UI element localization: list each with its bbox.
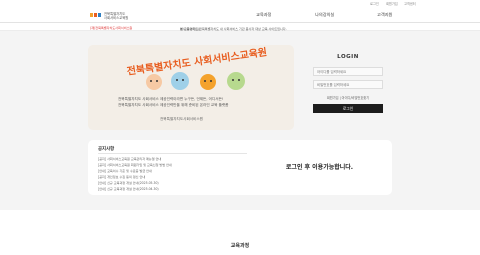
- site-logo[interactable]: 전북특별자치도 사회서비스교육원: [90, 10, 150, 20]
- support-link[interactable]: 고객센터: [404, 1, 416, 6]
- my-study-panel: 로그인 후 이용가능합니다.: [247, 140, 392, 195]
- site-notice-text: 본 교육사이트는 (재)전북특별자치도사회서비스원 에서 운영하는 전북특별자치도…: [90, 25, 287, 32]
- header: 전북특별자치도 사회서비스교육원 교육과정 나의강의실 고객지원: [0, 8, 480, 23]
- login-link[interactable]: 로그인: [370, 1, 379, 6]
- signup-link[interactable]: 회원가입: [386, 1, 398, 6]
- courses-section-title: 교육과정: [230, 243, 250, 249]
- login-required-message: 로그인 후 이용가능합니다.: [285, 164, 354, 171]
- account-links[interactable]: 회원가입 | 아이디/비밀번호찾기: [303, 95, 393, 100]
- banner-org-logo: 전북특별자치도사회서비스원: [160, 117, 203, 121]
- login-title: LOGIN: [337, 54, 359, 60]
- site-notice-highlight: (재)전북특별자치도사회서비스원: [90, 25, 133, 30]
- top-utility-bar: 로그인 회원가입 고객센터: [0, 0, 480, 8]
- banner-line1: 전북특별자치도 사회서비스 제공인력이라면 누구든, 언제든, 어디서든!: [118, 97, 224, 101]
- nav-my-classroom[interactable]: 나의강의실: [315, 12, 334, 18]
- id-input[interactable]: [313, 67, 383, 76]
- nav-support[interactable]: 고객지원: [377, 12, 392, 18]
- logo-mark-icon: [90, 13, 101, 17]
- main-banner: 전북특별자치도 사회서비스교육원 전북특별자치도 사회서비스 제공인력이라면 누…: [88, 45, 294, 130]
- notice-item[interactable]: [안내] 신규 교육과정 개설 안내(2025.04.30): [98, 186, 233, 192]
- login-box: LOGIN 회원가입 | 아이디/비밀번호찾기 로그인: [303, 50, 393, 128]
- nav-courses[interactable]: 교육과정: [256, 12, 271, 18]
- password-input[interactable]: [313, 80, 383, 89]
- login-button[interactable]: 로그인: [313, 104, 383, 113]
- banner-characters-illustration: [146, 72, 245, 90]
- courses-section: 교육과정: [0, 210, 480, 255]
- notice-board-title: 공지사항: [98, 147, 115, 152]
- site-notice-bar: 본 교육사이트는 (재)전북특별자치도사회서비스원 에서 운영하는 전북특별자치도…: [0, 23, 480, 31]
- logo-line2: 사회서비스교육원: [104, 16, 129, 20]
- banner-line2: 전북특별자치도 사회서비스 제공인력만을 위해 준비된 온라인 교육 플랫폼: [118, 103, 229, 107]
